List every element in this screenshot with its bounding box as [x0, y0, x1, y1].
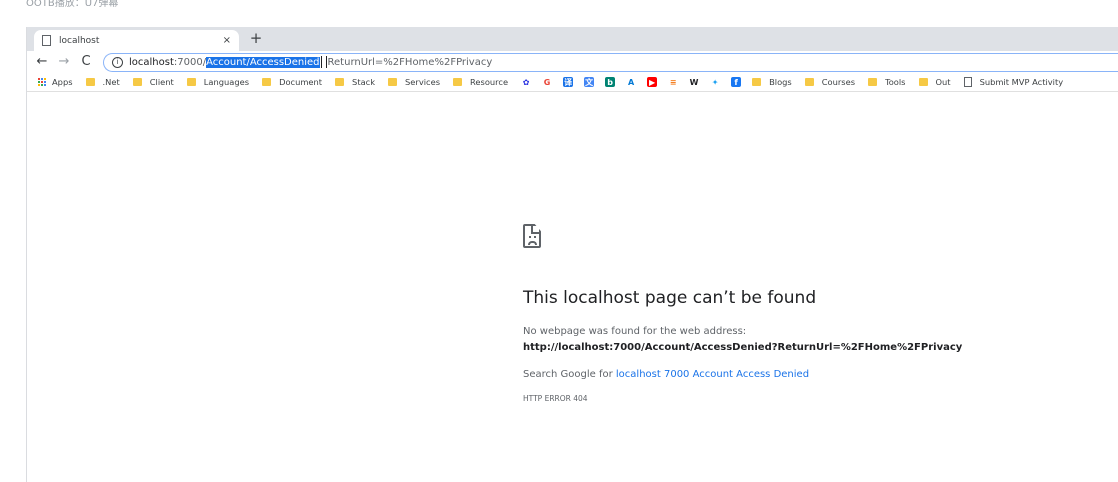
bookmark-label: Tools — [885, 77, 906, 87]
new-tab-button[interactable]: + — [247, 29, 265, 47]
bookmark-label: Document — [279, 77, 323, 87]
http-error-code: HTTP ERROR 404 — [523, 394, 588, 403]
bookmark-folder-document[interactable]: Document — [262, 77, 322, 87]
info-icon[interactable]: i — [112, 56, 123, 68]
folder-icon — [335, 78, 345, 86]
bookmark-label: Out — [935, 77, 951, 87]
baidu-icon: ✿ — [522, 77, 530, 87]
bookmark-folder-resource[interactable]: Resource — [453, 77, 508, 87]
bing-translate-icon: 文 — [584, 77, 595, 87]
bookmark-label: Submit MVP Activity — [979, 77, 1064, 87]
url-query: ReturnUrl=%2FHome%2FPrivacy — [327, 56, 493, 68]
bookmark-azure[interactable]: A — [626, 77, 636, 87]
bookmark-folder-courses[interactable]: Courses — [804, 77, 856, 87]
bookmark-label: Courses — [821, 77, 856, 87]
bookmark-folder-net[interactable]: .Net — [85, 77, 120, 87]
toolbar: ← → C i localhost:7000/Account/AccessDen… — [27, 51, 1118, 73]
folder-icon — [868, 78, 878, 86]
bookmark-folder-blogs[interactable]: Blogs — [752, 77, 792, 87]
error-content: This localhost page can’t be found No we… — [523, 224, 1083, 403]
google-icon: G — [543, 77, 551, 87]
bookmark-label: .Net — [102, 77, 120, 87]
wikipedia-icon: W — [689, 77, 699, 87]
url-host: localhost — [129, 56, 174, 68]
bookmark-wikipedia[interactable]: W — [689, 77, 699, 87]
bookmark-baidu[interactable]: ✿ — [521, 77, 531, 87]
caption-text: OOTB播放：U7弹幕 — [26, 0, 119, 9]
bookmark-folder-out[interactable]: Out — [918, 77, 951, 87]
search-prefix: Search Google for — [523, 369, 616, 380]
folder-icon — [388, 78, 398, 86]
search-google-link[interactable]: localhost 7000 Account Access Denied — [616, 369, 809, 380]
folder-icon — [85, 78, 95, 86]
bookmark-bing[interactable]: b — [605, 77, 616, 87]
text-cursor-icon — [320, 56, 327, 68]
bookmark-label: Services — [405, 77, 441, 87]
bookmark-folder-stack[interactable]: Stack — [335, 77, 375, 87]
bookmark-facebook[interactable]: f — [731, 77, 742, 87]
bookmark-label: Languages — [203, 77, 250, 87]
tab-title: localhost — [59, 35, 100, 46]
browser-window: localhost × + ← → C i localhost:7000/Acc… — [26, 27, 1118, 482]
page-icon — [42, 35, 51, 46]
folder-icon — [186, 78, 196, 86]
forward-button[interactable]: → — [55, 54, 73, 70]
error-url: http://localhost:7000/Account/AccessDeni… — [523, 342, 963, 353]
close-tab-icon[interactable]: × — [223, 35, 231, 46]
youtube-icon: ▶ — [647, 77, 658, 87]
facebook-icon: f — [731, 77, 742, 87]
bookmark-folder-client[interactable]: Client — [132, 77, 174, 87]
reload-button[interactable]: C — [77, 54, 95, 70]
url-port: :7000/ — [173, 56, 207, 68]
folder-icon — [804, 78, 814, 86]
bookmark-folder-languages[interactable]: Languages — [186, 77, 250, 87]
bookmark-label: Client — [149, 77, 174, 87]
folder-icon — [262, 78, 272, 86]
page-icon — [963, 77, 972, 87]
bing-icon: b — [605, 77, 616, 87]
bookmark-label: Resource — [470, 77, 509, 87]
bookmark-label: Blogs — [769, 77, 792, 87]
bookmark-submit-mvp-activity[interactable]: Submit MVP Activity — [963, 77, 1064, 87]
folder-icon — [918, 78, 928, 86]
bookmark-label: Stack — [352, 77, 376, 87]
apps-grid-icon — [37, 78, 46, 87]
translate-icon: 译 — [563, 77, 574, 87]
bookmark-label: Apps — [52, 77, 73, 87]
tab-strip: localhost × + — [27, 27, 1118, 51]
tab-localhost[interactable]: localhost × — [34, 30, 239, 51]
bookmark-twitter[interactable]: ✦ — [710, 77, 720, 87]
bookmark-stackoverflow[interactable]: ≡ — [668, 77, 678, 87]
error-description: No webpage was found for the web address… — [523, 326, 747, 337]
address-bar[interactable]: i localhost:7000/Account/AccessDenied Ret… — [103, 52, 1118, 72]
bookmark-folder-services[interactable]: Services — [388, 77, 440, 87]
twitter-icon: ✦ — [711, 77, 719, 87]
folder-icon — [752, 78, 762, 86]
bookmark-google[interactable]: G — [542, 77, 552, 87]
bookmark-bing-translate[interactable]: 文 — [584, 77, 595, 87]
azure-icon: A — [627, 77, 635, 87]
error-heading: This localhost page can’t be found — [523, 288, 817, 308]
bookmarks-bar: Apps .Net Client Languages Document Stac… — [27, 73, 1118, 92]
url-selection: Account/AccessDenied — [206, 56, 320, 68]
bookmark-folder-tools[interactable]: Tools — [868, 77, 906, 87]
bookmark-translate[interactable]: 译 — [563, 77, 574, 87]
folder-icon — [132, 78, 142, 86]
bookmark-youtube[interactable]: ▶ — [647, 77, 658, 87]
back-button[interactable]: ← — [33, 54, 51, 70]
stackoverflow-icon: ≡ — [669, 77, 677, 87]
bookmark-apps[interactable]: Apps — [37, 77, 73, 87]
sad-page-icon — [523, 224, 541, 248]
folder-icon — [453, 78, 463, 86]
search-suggestion: Search Google for localhost 7000 Account… — [523, 369, 1083, 380]
